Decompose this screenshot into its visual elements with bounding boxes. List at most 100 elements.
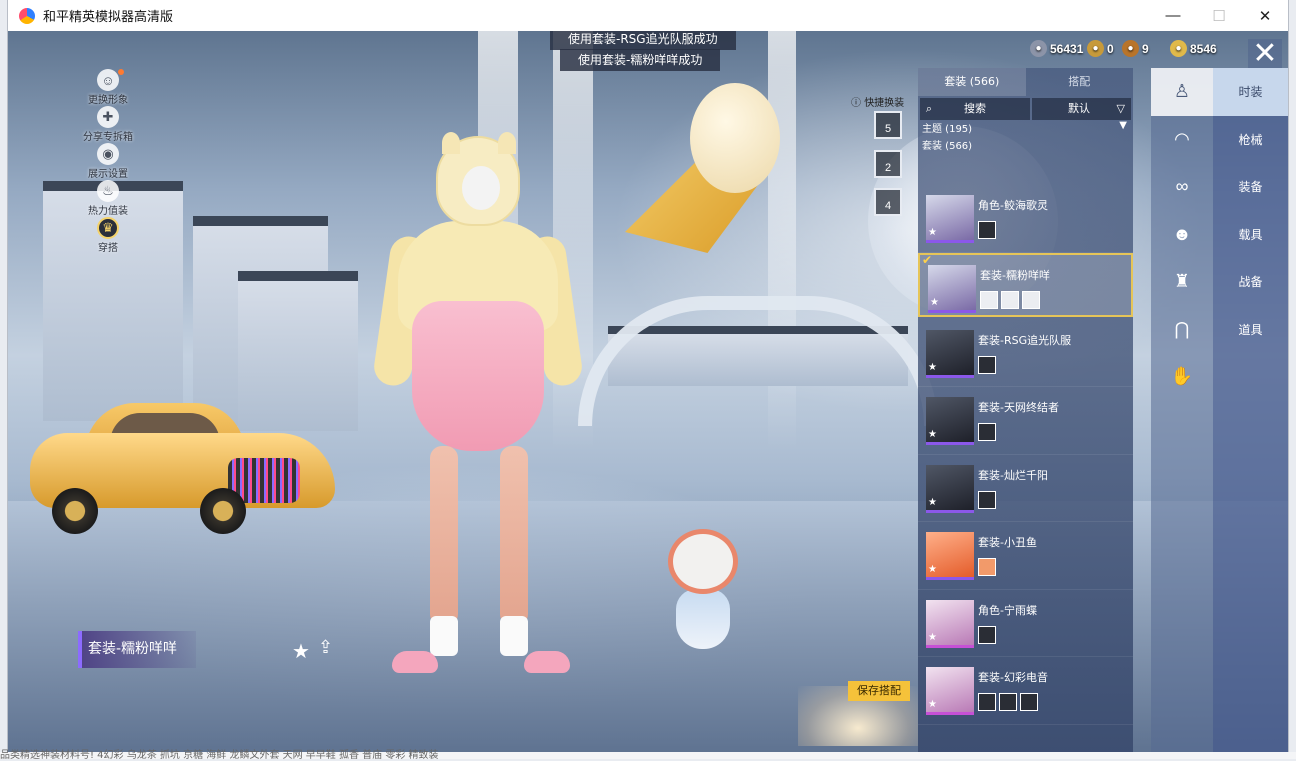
preset-slot-number: 2 <box>884 162 892 174</box>
silver-coin-icon: ● <box>1030 40 1047 57</box>
currency-uc: ● 8546 <box>1170 40 1217 57</box>
search-row: ⌕ 搜索 默认 ▽ <box>920 98 1131 120</box>
part-thumbnail <box>978 625 996 644</box>
part-thumbnails <box>978 693 1038 711</box>
glasses-icon[interactable]: ∞ <box>1151 163 1213 211</box>
outfit-icon[interactable]: ♙ <box>1151 68 1213 116</box>
favorite-star-button[interactable]: ★ <box>292 639 310 664</box>
tab-combinations[interactable]: 搭配 <box>1026 68 1134 96</box>
outfit-name: 套装-RSG追光队服 <box>978 333 1072 347</box>
side-item-label: 展示设置 <box>88 169 128 180</box>
currency-bronze: ● 9 <box>1122 40 1149 57</box>
character-shoe <box>524 651 570 673</box>
part-thumbnails <box>978 490 996 509</box>
top-icon[interactable]: ♜ <box>1151 258 1213 306</box>
character-sock <box>430 616 458 656</box>
chevron-down-icon: ▽ <box>1116 102 1125 115</box>
companion-pet <box>658 529 748 664</box>
outfit-thumbnail: ★ <box>926 667 974 715</box>
character-mask <box>462 166 500 210</box>
quick-change-hint[interactable]: ⓘ 快捷换装 <box>851 94 904 109</box>
star-icon: ★ <box>928 361 937 373</box>
flame-icon: ♨ <box>97 180 119 202</box>
character-ear <box>442 132 460 154</box>
part-thumbnails <box>978 625 996 644</box>
category-weapons[interactable]: 枪械 <box>1213 116 1288 164</box>
outfit-thumbnail: ★ <box>926 532 974 580</box>
close-wardrobe-button[interactable]: ✕ <box>1248 39 1282 71</box>
side-item-label: 穿搭 <box>98 243 118 254</box>
outfit-name: 套装-天网终结者 <box>978 401 1059 414</box>
minimize-button[interactable]: — <box>1150 0 1196 31</box>
pants-icon[interactable]: ⋂ <box>1151 306 1213 354</box>
tab-outfits[interactable]: 套装 (566) <box>918 68 1026 96</box>
part-thumbnail <box>978 693 996 711</box>
theme-filter[interactable]: 主题 (195) ▼ <box>918 120 1133 137</box>
list-item[interactable]: ★ 角色-鲛海歌灵 <box>918 185 1133 253</box>
part-thumbnails <box>980 290 1040 309</box>
search-icon: ⌕ <box>925 102 933 115</box>
part-thumbnails <box>978 355 996 374</box>
part-thumbnail <box>1020 693 1038 711</box>
category-equipment[interactable]: 装备 <box>1213 163 1288 211</box>
preset-slot-button[interactable]: 2 <box>874 150 902 178</box>
category-items[interactable]: 道具 <box>1213 306 1288 354</box>
star-icon: ★ <box>928 496 937 508</box>
part-thumbnails <box>978 558 996 576</box>
outfit-list-panel: 套装 (566) 搭配 ⌕ 搜索 默认 ▽ 主题 (195) ▼ 套装 (566… <box>918 68 1133 752</box>
list-item[interactable]: ★ 角色-宁雨蝶 <box>918 590 1133 657</box>
currency-value: 9 <box>1142 41 1149 56</box>
outfit-name: 套装-灿烂千阳 <box>978 468 1048 482</box>
list-item[interactable]: ★ 套装-幻彩电音 <box>918 657 1133 725</box>
sort-label: 默认 <box>1068 102 1090 115</box>
side-item-heat[interactable]: ♨ 热力值装 <box>68 180 148 217</box>
category-battle-prep[interactable]: 战备 <box>1213 258 1288 306</box>
side-item-label: 分享专拆箱 <box>83 132 133 143</box>
list-item-selected[interactable]: ✔ ★ 套装-糯粉咩咩 <box>918 252 1133 317</box>
outfit-thumbnail: ★ <box>926 329 974 378</box>
preset-slot-button[interactable]: 4 <box>874 188 902 216</box>
person-icon: ☺ <box>97 69 119 91</box>
currency-value: 8546 <box>1190 41 1217 56</box>
list-item[interactable]: ★ 套装-灿烂千阳 <box>918 455 1133 522</box>
outfit-name: 套装-幻彩电音 <box>978 671 1048 684</box>
set-filter[interactable]: 套装 (566) <box>918 137 1133 154</box>
quick-change-label: 快捷换装 <box>864 98 905 109</box>
save-combination-button[interactable]: 保存搭配 <box>848 681 910 701</box>
preset-slot-button[interactable]: 5 <box>874 111 902 139</box>
part-thumbnail <box>1022 290 1040 309</box>
title-bar: 和平精英模拟器高清版 — ☐ ✕ <box>8 0 1288 31</box>
sort-dropdown[interactable]: 默认 ▽ <box>1032 98 1131 120</box>
outfit-thumbnail: ★ <box>926 397 974 445</box>
gloves-icon[interactable]: ✋ <box>1151 353 1213 401</box>
list-item[interactable]: ★ 套装-小丑鱼 <box>918 522 1133 590</box>
search-input[interactable]: ⌕ 搜索 <box>920 98 1030 120</box>
part-thumbnails <box>978 221 996 239</box>
outfit-thumbnail: ★ <box>926 599 974 648</box>
side-item-display-settings[interactable]: ◉ 展示设置 <box>68 143 148 180</box>
car-wheel <box>52 488 98 534</box>
dropdown-arrow-icon: ▼ <box>1119 120 1127 131</box>
face-icon[interactable]: ☻ <box>1151 211 1213 259</box>
share-button[interactable]: ⇪ <box>318 637 340 659</box>
category-fashion[interactable]: 时装 <box>1213 68 1288 116</box>
side-item-share[interactable]: ✚ 分享专拆箱 <box>68 106 148 143</box>
side-item-badge[interactable]: ♛ 穿搭 <box>68 217 148 254</box>
hat-icon[interactable]: ◠ <box>1151 116 1213 164</box>
app-window: 和平精英模拟器高清版 — ☐ ✕ ☺ 更换形象 ✚ 分享专拆箱 ◉ 展示设置 ♨… <box>8 0 1288 752</box>
category-vehicles[interactable]: 载具 <box>1213 211 1288 259</box>
part-thumbnail <box>978 423 996 441</box>
dragon-pet <box>620 53 810 263</box>
current-outfit-label: 套装-糯粉咩咩 <box>78 631 196 668</box>
part-thumbnail <box>978 355 996 374</box>
dragon-body <box>690 83 780 193</box>
toast-notification: 使用套装-糯粉咩咩成功 <box>560 49 721 71</box>
category-column: 时装 枪械 装备 载具 战备 道具 <box>1213 68 1288 752</box>
close-window-button[interactable]: ✕ <box>1242 0 1288 31</box>
side-item-change-appearance[interactable]: ☺ 更换形象 <box>68 69 148 106</box>
maximize-button[interactable]: ☐ <box>1196 0 1242 31</box>
character-dress <box>412 301 544 451</box>
part-thumbnail <box>978 221 996 239</box>
list-item[interactable]: ★ 套装-RSG追光队服 <box>918 320 1133 387</box>
list-item[interactable]: ★ 套装-天网终结者 <box>918 387 1133 455</box>
